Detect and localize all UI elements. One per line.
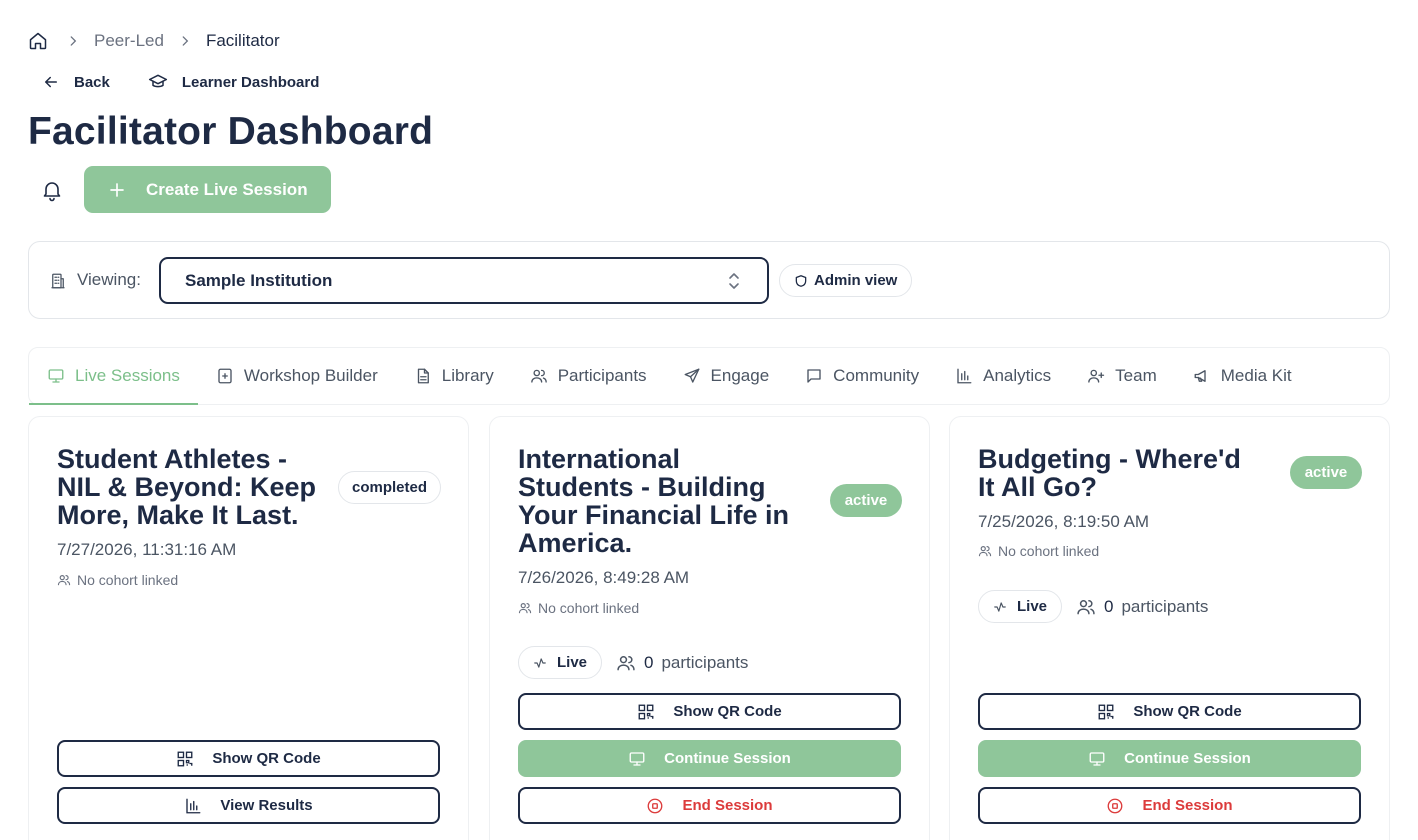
create-live-session-button[interactable]: Create Live Session (84, 166, 331, 213)
session-date: 7/27/2026, 11:31:16 AM (57, 540, 237, 559)
tab-analytics[interactable]: Analytics (937, 348, 1069, 404)
tab-label: Analytics (983, 366, 1052, 385)
arrow-left-icon (42, 73, 60, 91)
status-badge: completed (338, 471, 441, 504)
tab-label: Live Sessions (75, 366, 180, 385)
qr-code-icon (1097, 703, 1115, 721)
users-icon (57, 573, 71, 587)
shield-icon (794, 274, 808, 288)
breadcrumb: Peer-Led Facilitator (28, 30, 280, 52)
plus-icon (84, 181, 146, 199)
notifications-bell-icon[interactable] (40, 178, 64, 202)
continue-session-button[interactable]: Continue Session (518, 740, 901, 777)
tab-media-kit[interactable]: Media Kit (1175, 348, 1310, 404)
session-date: 7/25/2026, 8:19:50 AM (978, 512, 1150, 531)
cohort-info: No cohort linked (57, 572, 178, 588)
tab-live-sessions[interactable]: Live Sessions (29, 348, 198, 405)
users-icon (530, 367, 548, 385)
session-title: Budgeting - Where'd It All Go? (978, 444, 1241, 502)
megaphone-icon (1193, 367, 1211, 385)
users-icon (518, 601, 532, 615)
learner-dashboard-link[interactable]: Learner Dashboard (148, 72, 320, 92)
users-icon (1076, 597, 1104, 617)
session-card: International Students - Building Your F… (489, 416, 930, 840)
presentation-icon (1088, 750, 1106, 768)
chevrons-up-down-icon (727, 272, 741, 290)
session-date: 7/26/2026, 8:49:28 AM (518, 568, 690, 587)
activity-icon (993, 600, 1007, 614)
users-icon (978, 544, 992, 558)
bar-chart-icon (955, 367, 973, 385)
tab-label: Engage (710, 366, 770, 385)
status-badge: active (1290, 456, 1362, 489)
tab-workshop-builder[interactable]: Workshop Builder (198, 348, 396, 404)
session-card: Student Athletes - NIL & Beyond: Keep Mo… (28, 416, 469, 840)
tab-bar: Live Sessions Workshop Builder Library P… (28, 347, 1390, 405)
stop-circle-icon (1106, 797, 1124, 815)
tab-team[interactable]: Team (1069, 348, 1175, 404)
send-icon (683, 367, 701, 385)
live-status-pill: Live (978, 590, 1063, 623)
live-status-pill: Live (518, 646, 603, 679)
participants-count: 0 participants (616, 653, 748, 673)
view-results-button[interactable]: View Results (57, 787, 440, 824)
viewing-panel: Viewing: Sample Institution Admin view (28, 241, 1390, 319)
cohort-info: No cohort linked (978, 543, 1099, 559)
tab-label: Team (1115, 366, 1157, 385)
show-qr-code-button[interactable]: Show QR Code (57, 740, 440, 777)
tab-label: Participants (557, 366, 647, 385)
learner-dashboard-label: Learner Dashboard (181, 73, 320, 91)
tab-label: Community (833, 366, 920, 385)
continue-session-button[interactable]: Continue Session (978, 740, 1361, 777)
stop-circle-icon (646, 797, 664, 815)
chevron-right-icon (66, 34, 94, 48)
session-title: International Students - Building Your F… (518, 444, 790, 558)
back-button[interactable]: Back (42, 73, 110, 91)
tab-library[interactable]: Library (396, 348, 512, 404)
end-session-button[interactable]: End Session (518, 787, 901, 824)
participants-count: 0 participants (1076, 597, 1208, 617)
home-icon[interactable] (28, 31, 66, 51)
end-session-button[interactable]: End Session (978, 787, 1361, 824)
bar-chart-icon (184, 797, 202, 815)
tab-community[interactable]: Community (787, 348, 937, 404)
show-qr-code-button[interactable]: Show QR Code (978, 693, 1361, 730)
square-plus-icon (216, 367, 234, 385)
cohort-info: No cohort linked (518, 600, 639, 616)
chevron-right-icon (178, 34, 206, 48)
file-icon (414, 367, 432, 385)
breadcrumb-item-peer-led[interactable]: Peer-Led (94, 31, 164, 51)
tab-participants[interactable]: Participants (512, 348, 665, 404)
qr-code-icon (637, 703, 655, 721)
institution-select-value: Sample Institution (185, 270, 333, 290)
activity-icon (533, 656, 547, 670)
admin-view-label: Admin view (814, 272, 898, 289)
building-icon (49, 271, 67, 291)
create-live-session-label: Create Live Session (146, 179, 308, 199)
users-icon (616, 653, 644, 673)
viewing-label: Viewing: (77, 270, 141, 289)
page-title: Facilitator Dashboard (28, 110, 434, 153)
nav-row: Back Learner Dashboard (42, 72, 319, 92)
user-plus-icon (1087, 367, 1105, 385)
status-badge: active (830, 484, 902, 517)
back-label: Back (74, 73, 110, 91)
show-qr-code-button[interactable]: Show QR Code (518, 693, 901, 730)
graduation-cap-icon (148, 72, 168, 92)
session-title: Student Athletes - NIL & Beyond: Keep Mo… (57, 444, 317, 530)
breadcrumb-item-facilitator: Facilitator (205, 31, 280, 50)
monitor-icon (47, 367, 65, 385)
tab-label: Workshop Builder (243, 366, 378, 385)
tab-engage[interactable]: Engage (665, 348, 788, 404)
tab-label: Media Kit (1220, 366, 1292, 385)
institution-select[interactable]: Sample Institution (159, 257, 769, 304)
qr-code-icon (176, 750, 194, 768)
admin-view-badge[interactable]: Admin view (779, 264, 913, 297)
session-card: Budgeting - Where'd It All Go? active 7/… (949, 416, 1390, 840)
presentation-icon (628, 750, 646, 768)
tab-label: Library (441, 366, 494, 385)
chat-icon (805, 367, 823, 385)
